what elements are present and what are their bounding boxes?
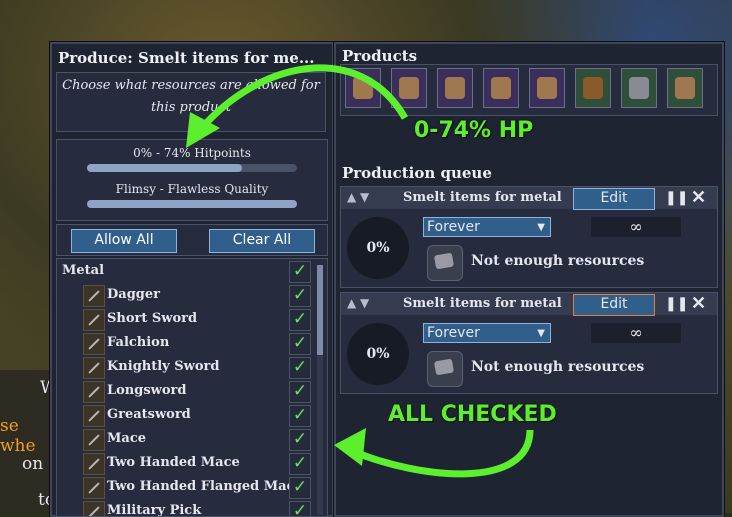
checked-arrowhead — [334, 428, 366, 466]
annotation-arrows — [186, 64, 534, 478]
hp-arrow — [197, 64, 409, 133]
hp-annotation: 0-74% HP — [414, 118, 534, 143]
checked-arrow — [348, 429, 534, 478]
checked-annotation: ALL CHECKED — [388, 402, 557, 427]
